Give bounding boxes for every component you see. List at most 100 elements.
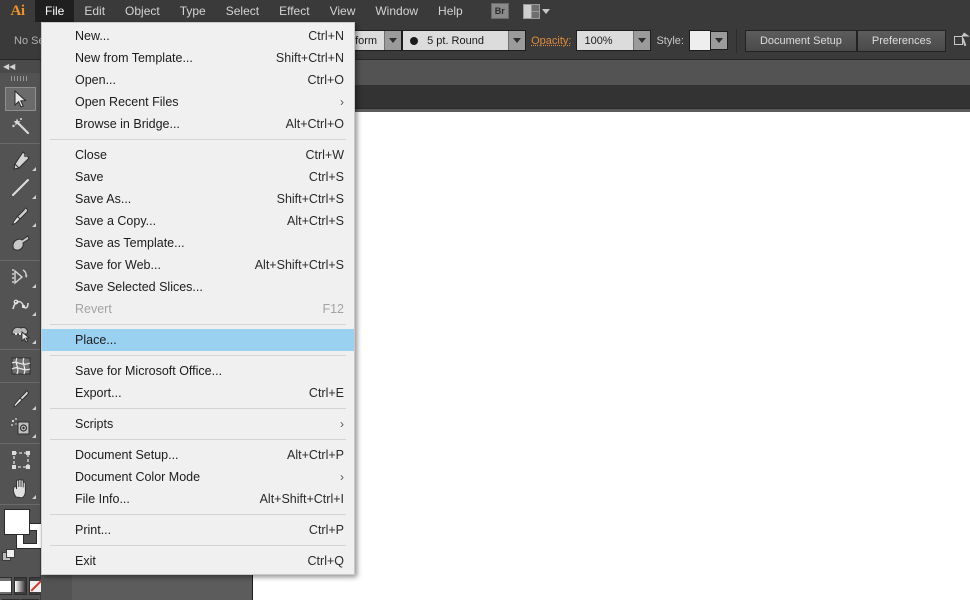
none-mode-button[interactable] bbox=[28, 577, 42, 595]
menu-bar-icons: Br bbox=[490, 3, 550, 19]
eyedropper-flyout-indicator[interactable] bbox=[32, 406, 36, 410]
menu-object[interactable]: Object bbox=[115, 0, 170, 22]
menu-help[interactable]: Help bbox=[428, 0, 473, 22]
mesh-tool[interactable] bbox=[0, 352, 41, 380]
tool-group-drawing bbox=[0, 144, 40, 261]
menu-item-save-selected-slices[interactable]: Save Selected Slices... bbox=[42, 276, 354, 298]
menu-item-file-info[interactable]: File Info... Alt+Shift+Ctrl+I bbox=[42, 488, 354, 510]
stroke-profile-dropdown-arrow[interactable] bbox=[384, 31, 402, 50]
style-swatch[interactable] bbox=[688, 30, 711, 51]
menu-item-document-setup[interactable]: Document Setup... Alt+Ctrl+P bbox=[42, 444, 354, 466]
arrange-documents-chevron-down-icon[interactable] bbox=[541, 8, 550, 14]
opacity-combo[interactable]: 100% bbox=[576, 30, 652, 51]
menu-item-scripts[interactable]: Scripts › bbox=[42, 413, 354, 435]
menu-item-label: Print... bbox=[75, 523, 112, 537]
menu-item-label: Save for Web... bbox=[75, 258, 161, 272]
default-fill-stroke-button[interactable] bbox=[2, 549, 16, 563]
menu-separator bbox=[50, 139, 346, 140]
menu-item-save[interactable]: Save Ctrl+S bbox=[42, 166, 354, 188]
select-similar-objects-button[interactable] bbox=[954, 32, 970, 48]
menu-item-new-from-template[interactable]: New from Template... Shift+Ctrl+N bbox=[42, 47, 354, 69]
paintbrush-flyout-indicator[interactable] bbox=[32, 223, 36, 227]
brush-definition-dropdown-arrow[interactable] bbox=[508, 31, 526, 50]
brush-dot-icon bbox=[410, 36, 419, 45]
tool-group-transform bbox=[0, 261, 40, 350]
artboard[interactable] bbox=[254, 112, 970, 565]
menu-item-save-a-copy[interactable]: Save a Copy... Alt+Ctrl+S bbox=[42, 210, 354, 232]
menu-item-place[interactable]: Place... bbox=[42, 329, 354, 351]
line-segment-tool[interactable] bbox=[0, 174, 41, 202]
color-mode-button[interactable] bbox=[0, 577, 12, 595]
magic-wand-tool[interactable] bbox=[0, 113, 41, 141]
hand-tool[interactable] bbox=[0, 474, 41, 502]
preferences-button[interactable]: Preferences bbox=[856, 29, 947, 52]
toolbox-panel: ◀◀ bbox=[0, 60, 42, 600]
selection-tool[interactable] bbox=[0, 85, 41, 113]
artboard-tool[interactable] bbox=[0, 446, 41, 474]
menu-item-open-recent-files[interactable]: Open Recent Files › bbox=[42, 91, 354, 113]
menu-item-document-color-mode[interactable]: Document Color Mode › bbox=[42, 466, 354, 488]
style-dropdown-arrow[interactable] bbox=[710, 31, 728, 50]
symbol-sprayer-flyout-indicator[interactable] bbox=[32, 434, 36, 438]
menu-item-exit[interactable]: Exit Ctrl+Q bbox=[42, 550, 354, 572]
rotate-tool-flyout-indicator[interactable] bbox=[32, 284, 36, 288]
menu-item-label: Scripts bbox=[75, 417, 114, 431]
menu-item-label: Open Recent Files bbox=[75, 95, 179, 109]
opacity-label[interactable]: Opacity: bbox=[531, 35, 571, 47]
paintbrush-tool[interactable] bbox=[0, 202, 41, 230]
hand-tool-flyout-indicator[interactable] bbox=[32, 495, 36, 499]
style-combo[interactable] bbox=[688, 30, 728, 51]
menu-item-label: New from Template... bbox=[75, 51, 193, 65]
menu-item-label: File Info... bbox=[75, 492, 130, 506]
selection-status-label: No Se bbox=[14, 34, 45, 47]
menu-type[interactable]: Type bbox=[170, 0, 216, 22]
menu-item-save-as-template[interactable]: Save as Template... bbox=[42, 232, 354, 254]
style-label: Style: bbox=[656, 34, 684, 47]
document-setup-button[interactable]: Document Setup bbox=[744, 29, 857, 52]
menu-separator bbox=[50, 408, 346, 409]
menu-item-label: Place... bbox=[75, 333, 117, 347]
menu-item-shortcut: Alt+Ctrl+S bbox=[287, 214, 344, 228]
shape-builder-flyout-indicator[interactable] bbox=[32, 340, 36, 344]
menu-select[interactable]: Select bbox=[216, 0, 269, 22]
menu-item-close[interactable]: Close Ctrl+W bbox=[42, 144, 354, 166]
menu-item-print[interactable]: Print... Ctrl+P bbox=[42, 519, 354, 541]
toolbox-collapse-button[interactable]: ◀◀ bbox=[0, 60, 40, 73]
menu-view[interactable]: View bbox=[320, 0, 366, 22]
toolbox-drag-handle[interactable] bbox=[0, 73, 40, 83]
menu-effect[interactable]: Effect bbox=[269, 0, 319, 22]
opacity-value[interactable]: 100% bbox=[577, 35, 633, 47]
menu-item-new[interactable]: New... Ctrl+N bbox=[42, 25, 354, 47]
menu-item-browse-in-bridge[interactable]: Browse in Bridge... Alt+Ctrl+O bbox=[42, 113, 354, 135]
menu-item-save-as[interactable]: Save As... Shift+Ctrl+S bbox=[42, 188, 354, 210]
opacity-dropdown-arrow[interactable] bbox=[633, 31, 651, 50]
eyedropper-tool[interactable] bbox=[0, 385, 41, 413]
fill-stroke-controls bbox=[0, 509, 42, 571]
blob-brush-tool[interactable] bbox=[0, 230, 41, 258]
shape-builder-tool[interactable] bbox=[0, 319, 41, 347]
arrange-documents-button[interactable] bbox=[522, 3, 550, 19]
gradient-mode-button[interactable] bbox=[13, 577, 27, 595]
menu-window[interactable]: Window bbox=[365, 0, 428, 22]
line-tool-flyout-indicator[interactable] bbox=[32, 195, 36, 199]
bridge-icon[interactable]: Br bbox=[490, 3, 509, 19]
pen-tool[interactable] bbox=[0, 146, 41, 174]
menu-item-save-for-web[interactable]: Save for Web... Alt+Shift+Ctrl+S bbox=[42, 254, 354, 276]
pen-tool-flyout-indicator[interactable] bbox=[32, 167, 36, 171]
fill-color-swatch[interactable] bbox=[4, 509, 30, 535]
menu-item-shortcut: Ctrl+S bbox=[308, 170, 344, 184]
width-tool-flyout-indicator[interactable] bbox=[32, 312, 36, 316]
rotate-tool[interactable] bbox=[0, 263, 41, 291]
brush-definition-combo[interactable]: 5 pt. Round bbox=[402, 30, 527, 51]
menu-item-label: Export... bbox=[75, 386, 122, 400]
menu-item-save-for-microsoft-office[interactable]: Save for Microsoft Office... bbox=[42, 360, 354, 382]
menu-file[interactable]: File bbox=[35, 0, 75, 22]
tool-group-artboard bbox=[0, 444, 40, 505]
menu-edit[interactable]: Edit bbox=[74, 0, 115, 22]
symbol-sprayer-tool[interactable] bbox=[0, 413, 41, 441]
width-tool[interactable] bbox=[0, 291, 41, 319]
menu-item-export[interactable]: Export... Ctrl+E bbox=[42, 382, 354, 404]
menu-item-open[interactable]: Open... Ctrl+O bbox=[42, 69, 354, 91]
select-similar-objects-icon bbox=[954, 32, 970, 48]
menu-item-label: Save as Template... bbox=[75, 236, 185, 250]
